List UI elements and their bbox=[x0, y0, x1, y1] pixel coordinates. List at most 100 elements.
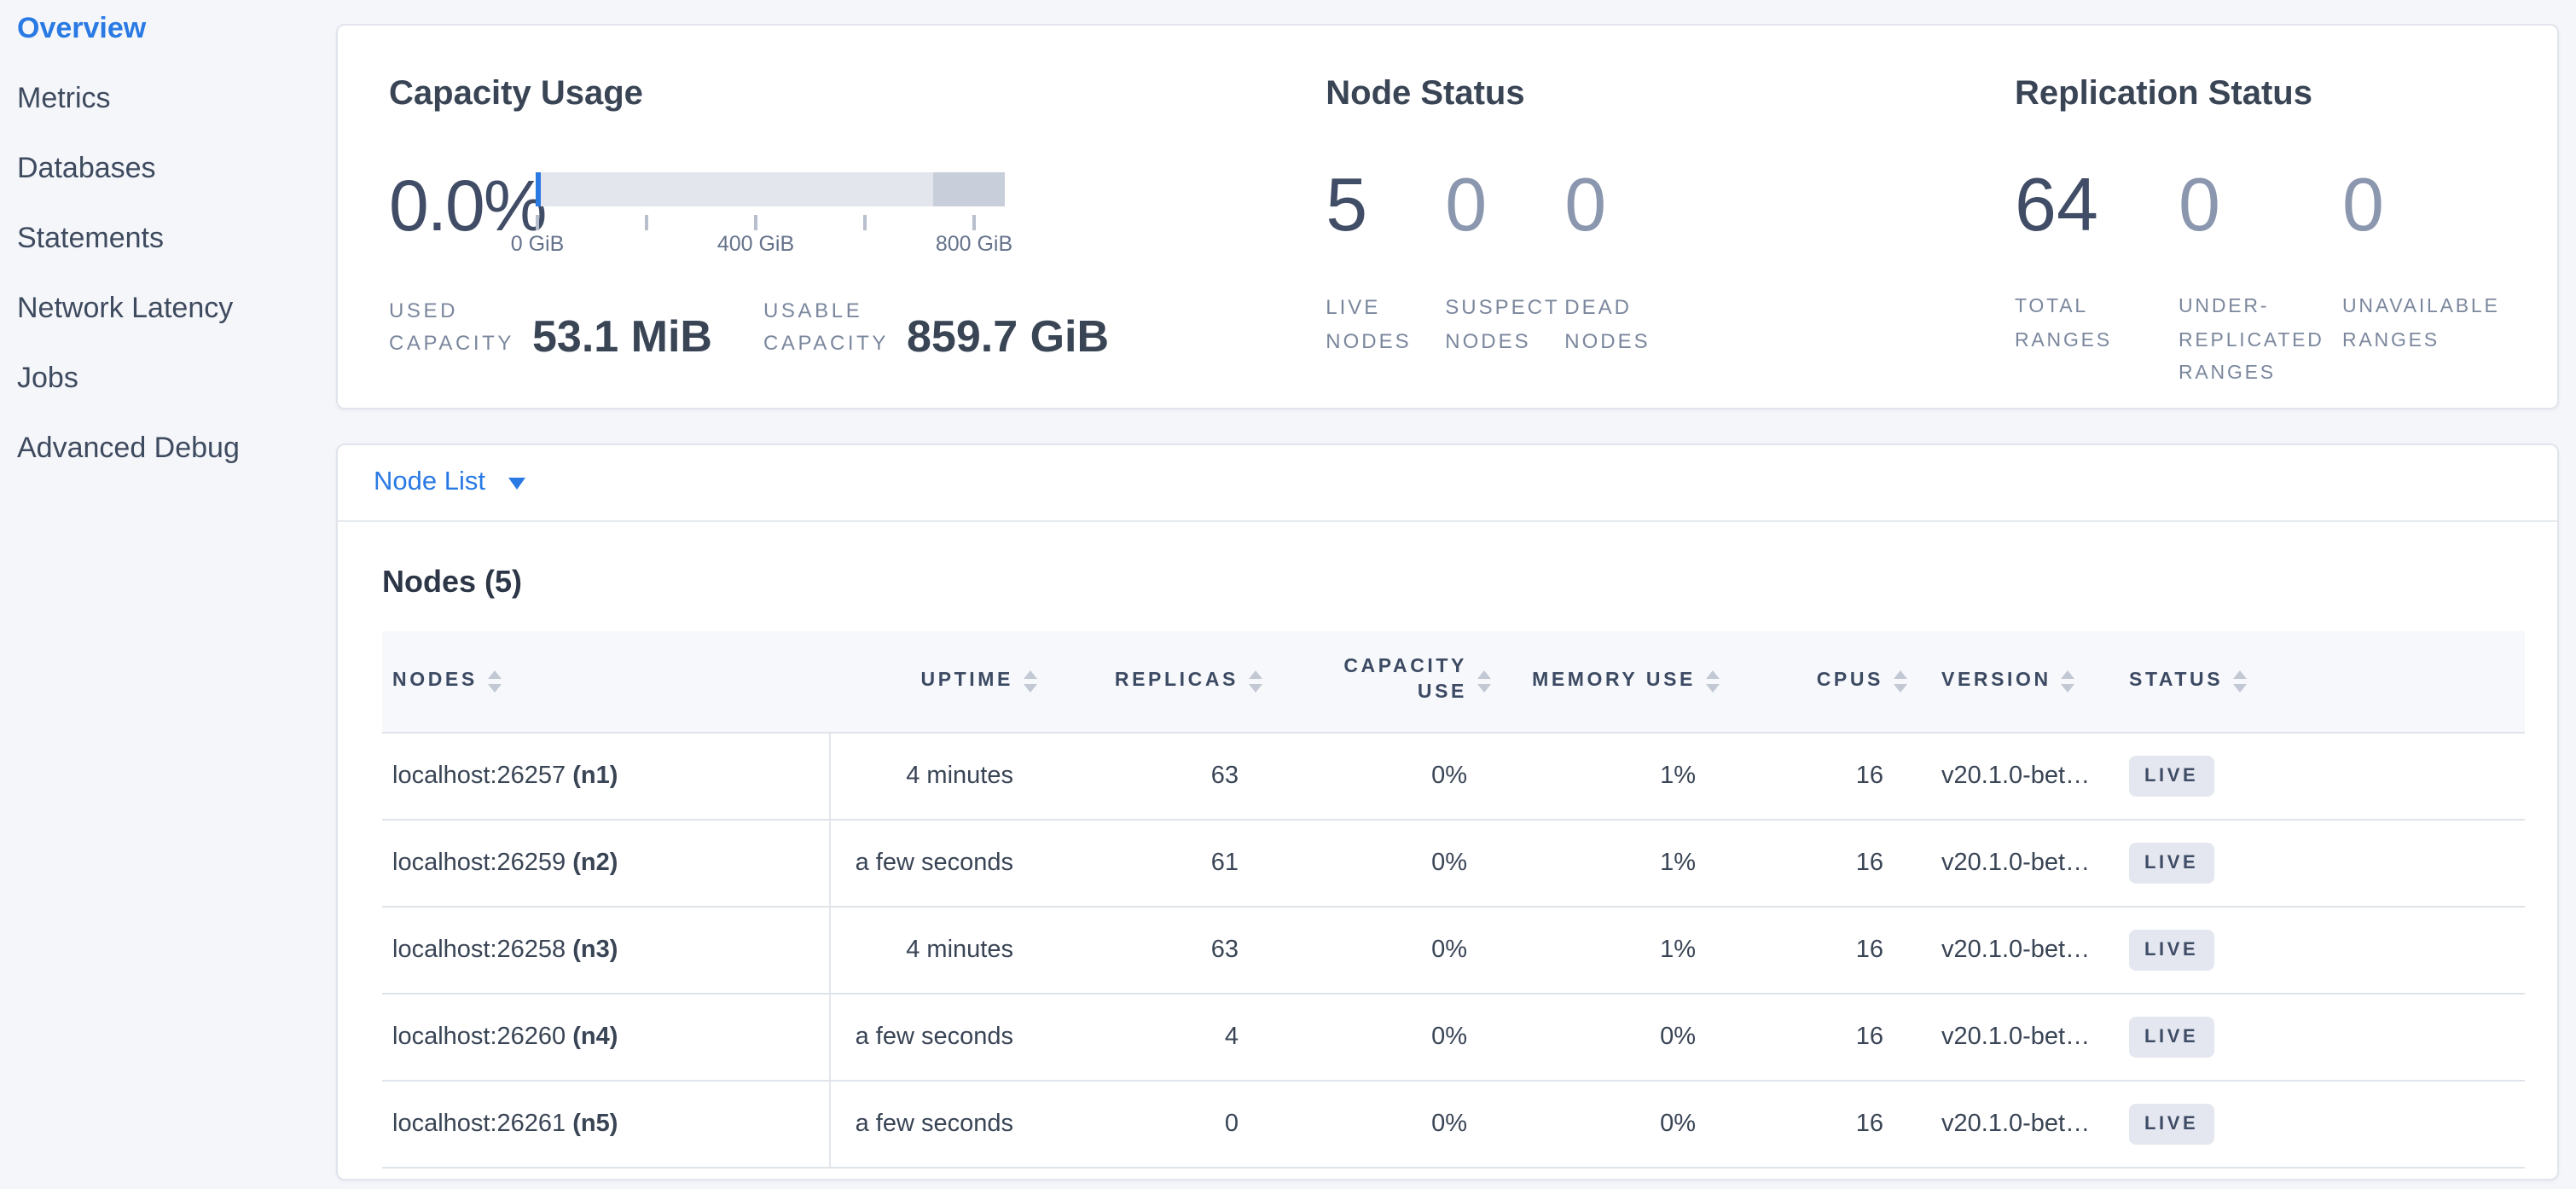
sidebar-item-advanced-debug[interactable]: Advanced Debug bbox=[17, 430, 338, 466]
status-badge: LIVE bbox=[2129, 842, 2213, 883]
cpus-cell: 16 bbox=[1730, 732, 1917, 819]
table-row-n3[interactable]: localhost:26258 (n3) 4 minutes 63 0% 1% … bbox=[382, 906, 2525, 993]
used-capacity-value: 53.1 MiB bbox=[532, 312, 712, 360]
db-console-overview-page: Overview Metrics Databases Statements Ne… bbox=[0, 0, 2576, 1189]
sidebar-item-statements[interactable]: Statements bbox=[17, 220, 338, 256]
version-cell: v20.1.0-bet… bbox=[1917, 1080, 2115, 1167]
memory-use-cell: 1% bbox=[1501, 819, 1730, 906]
column-header-cpus[interactable]: CPUS bbox=[1730, 631, 1917, 732]
sidebar-nav: Overview Metrics Databases Statements Ne… bbox=[0, 0, 338, 500]
replicas-cell: 61 bbox=[1047, 819, 1273, 906]
node-address-cell: localhost:26259 (n2) bbox=[382, 819, 829, 906]
axis-label-0: 0 GiB bbox=[511, 232, 565, 256]
uptime-cell: 4 minutes bbox=[829, 732, 1047, 819]
capacity-use-cell: 0% bbox=[1273, 993, 1501, 1080]
status-badge: LIVE bbox=[2129, 1016, 2213, 1057]
version-cell: v20.1.0-bet… bbox=[1917, 732, 2115, 819]
live-nodes-label: LIVE NODES bbox=[1326, 292, 1428, 358]
version-cell: v20.1.0-bet… bbox=[1917, 819, 2115, 906]
node-list-card: Node List Nodes (5) NODES UPTIME REPLICA… bbox=[336, 444, 2559, 1180]
capacity-usage-section: Capacity Usage 0.0% 0 GiB 400 GiB 800 Gi… bbox=[389, 73, 1326, 408]
column-header-status[interactable]: STATUS bbox=[2115, 631, 2525, 732]
suspect-nodes-label: SUSPECT NODES bbox=[1445, 292, 1547, 358]
sort-icon bbox=[1706, 670, 1720, 692]
sort-icon bbox=[1894, 670, 1907, 692]
column-header-uptime[interactable]: UPTIME bbox=[829, 631, 1047, 732]
table-row-n1[interactable]: localhost:26257 (n1) 4 minutes 63 0% 1% … bbox=[382, 732, 2525, 819]
memory-use-cell: 0% bbox=[1501, 1080, 1730, 1167]
node-status-title: Node Status bbox=[1326, 73, 2015, 114]
column-header-capacity-use[interactable]: CAPACITY USE bbox=[1273, 631, 1501, 732]
node-list-dropdown-label: Node List bbox=[374, 467, 485, 498]
live-nodes-stat: 5 LIVE NODES bbox=[1326, 159, 1428, 358]
memory-use-cell: 1% bbox=[1501, 906, 1730, 993]
capacity-use-cell: 0% bbox=[1273, 819, 1501, 906]
usable-capacity-value: 859.7 GiB bbox=[907, 312, 1109, 360]
status-cell: LIVE bbox=[2115, 906, 2525, 993]
cpus-cell: 16 bbox=[1730, 819, 1917, 906]
sort-icon bbox=[1249, 670, 1262, 692]
table-row-n2[interactable]: localhost:26259 (n2) a few seconds 61 0%… bbox=[382, 819, 2525, 906]
node-address-cell: localhost:26258 (n3) bbox=[382, 906, 829, 993]
table-row-n4[interactable]: localhost:26260 (n4) a few seconds 4 0% … bbox=[382, 993, 2525, 1080]
uptime-cell: a few seconds bbox=[829, 1080, 1047, 1167]
table-header-row: NODES UPTIME REPLICAS CAPACITY USE MEMOR… bbox=[382, 631, 2525, 732]
uptime-cell: 4 minutes bbox=[829, 906, 1047, 993]
capacity-bar-chart: 0 GiB 400 GiB 800 GiB bbox=[536, 172, 1005, 258]
table-row-n5[interactable]: localhost:26261 (n5) a few seconds 0 0% … bbox=[382, 1080, 2525, 1167]
total-ranges-value: 64 bbox=[2015, 159, 2158, 254]
cpus-cell: 16 bbox=[1730, 1080, 1917, 1167]
status-badge: LIVE bbox=[2129, 929, 2213, 970]
total-ranges-label: TOTAL RANGES bbox=[2015, 292, 2158, 358]
version-cell: v20.1.0-bet… bbox=[1917, 906, 2115, 993]
under-replicated-ranges-label: UNDER-REPLICATED RANGES bbox=[2179, 292, 2322, 392]
sidebar-item-databases[interactable]: Databases bbox=[17, 150, 338, 186]
column-header-replicas[interactable]: REPLICAS bbox=[1047, 631, 1273, 732]
replicas-cell: 63 bbox=[1047, 732, 1273, 819]
sidebar-item-network-latency[interactable]: Network Latency bbox=[17, 290, 338, 326]
sort-icon bbox=[1477, 670, 1491, 692]
usable-capacity-label: USABLE CAPACITY bbox=[763, 295, 907, 360]
capacity-bar-used-segment bbox=[536, 172, 541, 206]
view-selector-row: Node List bbox=[338, 445, 2557, 522]
version-cell: v20.1.0-bet… bbox=[1917, 993, 2115, 1080]
status-cell: LIVE bbox=[2115, 1080, 2525, 1167]
column-header-nodes[interactable]: NODES bbox=[382, 631, 829, 732]
sort-icon bbox=[1024, 670, 1037, 692]
under-replicated-ranges-stat: 0 UNDER-REPLICATED RANGES bbox=[2179, 159, 2322, 392]
replication-status-title: Replication Status bbox=[2015, 73, 2506, 114]
column-header-memory-use[interactable]: MEMORY USE bbox=[1501, 631, 1730, 732]
node-address-cell: localhost:26257 (n1) bbox=[382, 732, 829, 819]
replicas-cell: 4 bbox=[1047, 993, 1273, 1080]
sort-icon bbox=[2062, 670, 2075, 692]
cpus-cell: 16 bbox=[1730, 993, 1917, 1080]
sidebar-item-metrics[interactable]: Metrics bbox=[17, 80, 338, 116]
used-capacity-label: USED CAPACITY bbox=[389, 295, 532, 360]
suspect-nodes-stat: 0 SUSPECT NODES bbox=[1445, 159, 1547, 358]
status-badge: LIVE bbox=[2129, 1103, 2213, 1144]
sidebar-item-overview[interactable]: Overview bbox=[17, 10, 338, 46]
nodes-count-heading: Nodes (5) bbox=[382, 563, 2557, 600]
status-cell: LIVE bbox=[2115, 732, 2525, 819]
memory-use-cell: 1% bbox=[1501, 732, 1730, 819]
sidebar-item-jobs[interactable]: Jobs bbox=[17, 360, 338, 396]
replicas-cell: 0 bbox=[1047, 1080, 1273, 1167]
node-address-cell: localhost:26261 (n5) bbox=[382, 1080, 829, 1167]
capacity-usage-title: Capacity Usage bbox=[389, 73, 1326, 114]
column-header-version[interactable]: VERSION bbox=[1917, 631, 2115, 732]
node-list-dropdown[interactable]: Node List bbox=[374, 467, 526, 498]
dead-nodes-value: 0 bbox=[1564, 159, 1667, 254]
nodes-table: NODES UPTIME REPLICAS CAPACITY USE MEMOR… bbox=[382, 631, 2525, 1168]
status-cell: LIVE bbox=[2115, 993, 2525, 1080]
capacity-use-cell: 0% bbox=[1273, 906, 1501, 993]
live-nodes-value: 5 bbox=[1326, 159, 1428, 254]
axis-label-800: 800 GiB bbox=[936, 232, 1012, 256]
uptime-cell: a few seconds bbox=[829, 993, 1047, 1080]
capacity-use-cell: 0% bbox=[1273, 1080, 1501, 1167]
unavailable-ranges-stat: 0 UNAVAILABLE RANGES bbox=[2342, 159, 2486, 392]
under-replicated-ranges-value: 0 bbox=[2179, 159, 2322, 254]
total-ranges-stat: 64 TOTAL RANGES bbox=[2015, 159, 2158, 392]
dead-nodes-stat: 0 DEAD NODES bbox=[1564, 159, 1667, 358]
node-address-cell: localhost:26260 (n4) bbox=[382, 993, 829, 1080]
cluster-summary-card: Capacity Usage 0.0% 0 GiB 400 GiB 800 Gi… bbox=[336, 24, 2559, 409]
